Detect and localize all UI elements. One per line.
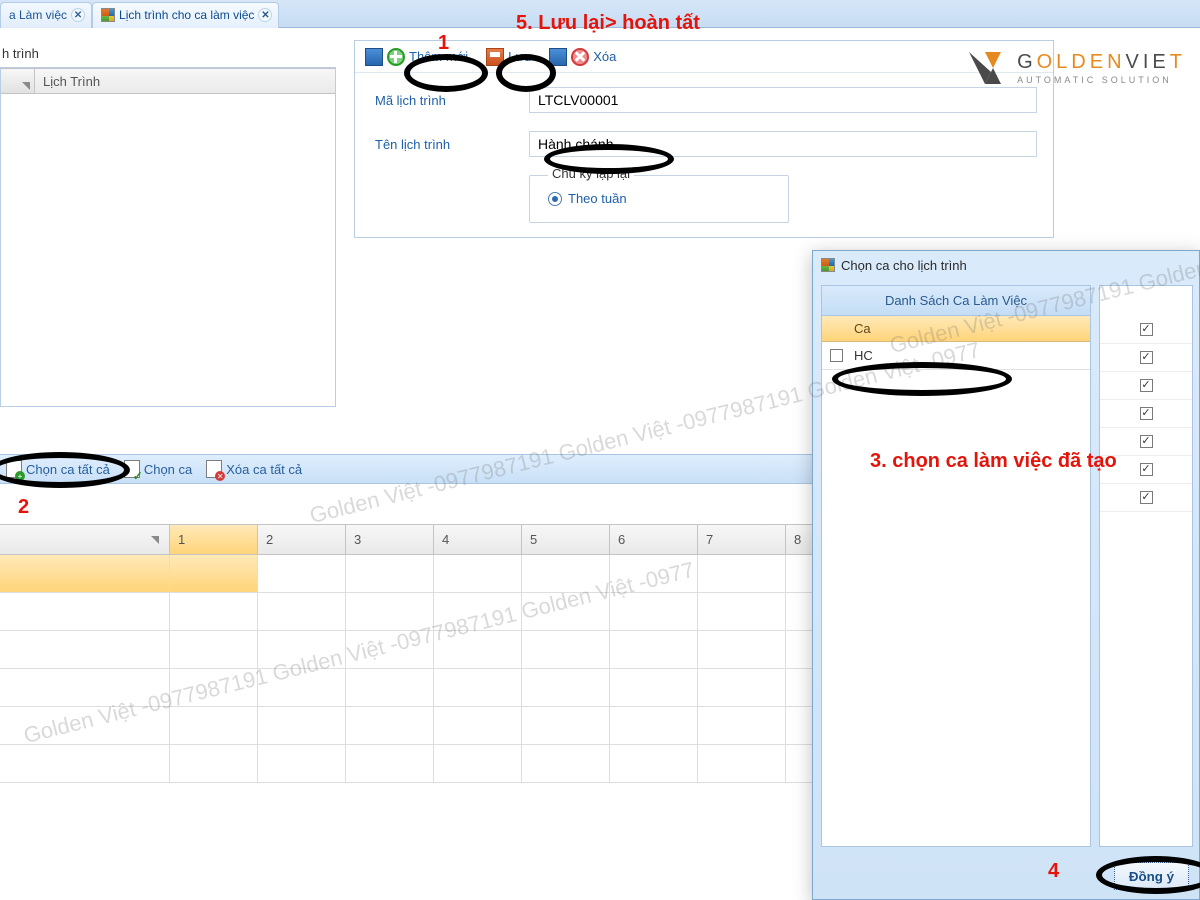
radio-label: Theo tuần: [568, 191, 627, 206]
page-x-icon: ✕: [206, 460, 222, 478]
schedule-list-panel: Lịch Trình: [0, 67, 336, 407]
button-label: Thêm mới: [409, 49, 468, 64]
close-icon[interactable]: ✕: [258, 8, 272, 22]
shift-row-hc[interactable]: HC: [822, 342, 1090, 370]
logo-letter: T: [1170, 51, 1186, 73]
logo-letter: VIE: [1126, 51, 1170, 73]
checkbox[interactable]: [1140, 351, 1153, 364]
logo-sub: AUTOMATIC SOLUTION: [1017, 76, 1186, 85]
row-code: Mã lịch trình: [375, 87, 1037, 113]
page-plus-icon: +: [6, 460, 22, 478]
list-icon: [365, 48, 383, 66]
list-icon: [549, 48, 567, 66]
checkbox[interactable]: [1140, 379, 1153, 392]
window-icon: [101, 8, 115, 22]
logo-text: GOLDENVIET AUTOMATIC SOLUTION: [1017, 52, 1186, 85]
code-input[interactable]: [529, 87, 1037, 113]
tab-lich-trinh[interactable]: Lịch trình cho ca làm việc ✕: [92, 2, 279, 28]
name-label: Tên lịch trình: [375, 137, 505, 152]
tab-label: a Làm việc: [9, 8, 67, 22]
delete-button[interactable]: Xóa: [549, 48, 616, 66]
annotation-2: 2: [18, 496, 29, 519]
weekly-radio[interactable]: [548, 192, 562, 206]
column-ca[interactable]: Ca: [850, 321, 871, 336]
brand-logo: GOLDENVIET AUTOMATIC SOLUTION: [963, 46, 1186, 90]
row-name: Tên lịch trình: [375, 131, 1037, 157]
name-input[interactable]: [529, 131, 1037, 157]
grid-corner[interactable]: [1, 69, 35, 93]
grid-body: [1, 94, 335, 406]
tab-label: Lịch trình cho ca làm việc: [119, 8, 254, 22]
ok-button[interactable]: Đồng ý: [1114, 862, 1189, 890]
save-icon: [486, 48, 504, 66]
dialog-body: Danh Sách Ca Làm Việc Ca HC: [821, 285, 1193, 847]
dialog-footer: Đồng ý: [813, 853, 1199, 899]
select-shift-button[interactable]: ✓ Chọn ca: [124, 460, 192, 478]
save-button[interactable]: Lưu: [486, 48, 531, 66]
add-button[interactable]: Thêm mới: [365, 48, 468, 66]
button-label: Chọn ca: [144, 462, 192, 477]
checkbox[interactable]: [1140, 491, 1153, 504]
form-body: Mã lịch trình Tên lịch trình Chu kỳ lặp …: [355, 73, 1053, 231]
repeat-group: Chu kỳ lặp lại Theo tuần: [529, 175, 789, 223]
form-toolbar: Thêm mới Lưu Xóa: [355, 41, 1053, 73]
col-4[interactable]: 4: [434, 525, 522, 554]
shift-list-header: Danh Sách Ca Làm Việc: [822, 286, 1090, 316]
col-5[interactable]: 5: [522, 525, 610, 554]
button-label: Lưu: [508, 49, 531, 64]
logo-mark-icon: [963, 46, 1007, 90]
col-3[interactable]: 3: [346, 525, 434, 554]
tab-strip: a Làm việc ✕ Lịch trình cho ca làm việc …: [0, 0, 1200, 28]
button-label: Chọn ca tất cả: [26, 462, 110, 477]
page-check-icon: ✓: [124, 460, 140, 478]
window-icon: [821, 258, 835, 272]
checkbox[interactable]: [1140, 407, 1153, 420]
close-icon[interactable]: ✕: [71, 8, 85, 22]
choose-shift-dialog: Chọn ca cho lịch trình Danh Sách Ca Làm …: [812, 250, 1200, 900]
header-corner[interactable]: [0, 525, 170, 554]
checkbox[interactable]: [1140, 323, 1153, 336]
day-checklist: [1099, 285, 1193, 847]
checkbox[interactable]: [1140, 435, 1153, 448]
shift-column-row: Ca: [822, 316, 1090, 342]
code-label: Mã lịch trình: [375, 93, 505, 108]
button-label: Xóa: [593, 49, 616, 64]
logo-letter: OLDEN: [1037, 51, 1126, 73]
dialog-title-text: Chọn ca cho lịch trình: [841, 258, 967, 273]
shift-list-panel: Danh Sách Ca Làm Việc Ca HC: [821, 285, 1091, 847]
col-7[interactable]: 7: [698, 525, 786, 554]
col-2[interactable]: 2: [258, 525, 346, 554]
logo-letter: G: [1017, 51, 1037, 73]
button-label: Đồng ý: [1129, 869, 1174, 884]
schedule-form-panel: Thêm mới Lưu Xóa Mã lịch trình Tên lịch …: [354, 40, 1054, 238]
left-panel-title: h trình: [0, 40, 336, 67]
column-lich-trinh[interactable]: Lịch Trình: [35, 69, 335, 93]
button-label: Xóa ca tất cả: [226, 462, 302, 477]
dialog-titlebar[interactable]: Chọn ca cho lịch trình: [813, 251, 1199, 279]
delete-all-shifts-button[interactable]: ✕ Xóa ca tất cả: [206, 460, 302, 478]
checkbox[interactable]: [1140, 463, 1153, 476]
group-legend: Chu kỳ lặp lại: [548, 166, 634, 181]
shift-label: HC: [850, 348, 873, 363]
left-section: h trình Lịch Trình: [0, 40, 336, 407]
tab-ca-lam-viec[interactable]: a Làm việc ✕: [0, 2, 92, 28]
delete-icon: [571, 48, 589, 66]
select-all-shifts-button[interactable]: + Chọn ca tất cả: [6, 460, 110, 478]
col-6[interactable]: 6: [610, 525, 698, 554]
checkbox[interactable]: [830, 349, 843, 362]
plus-icon: [387, 48, 405, 66]
col-1[interactable]: 1: [170, 525, 258, 554]
grid-header: Lịch Trình: [1, 68, 335, 94]
